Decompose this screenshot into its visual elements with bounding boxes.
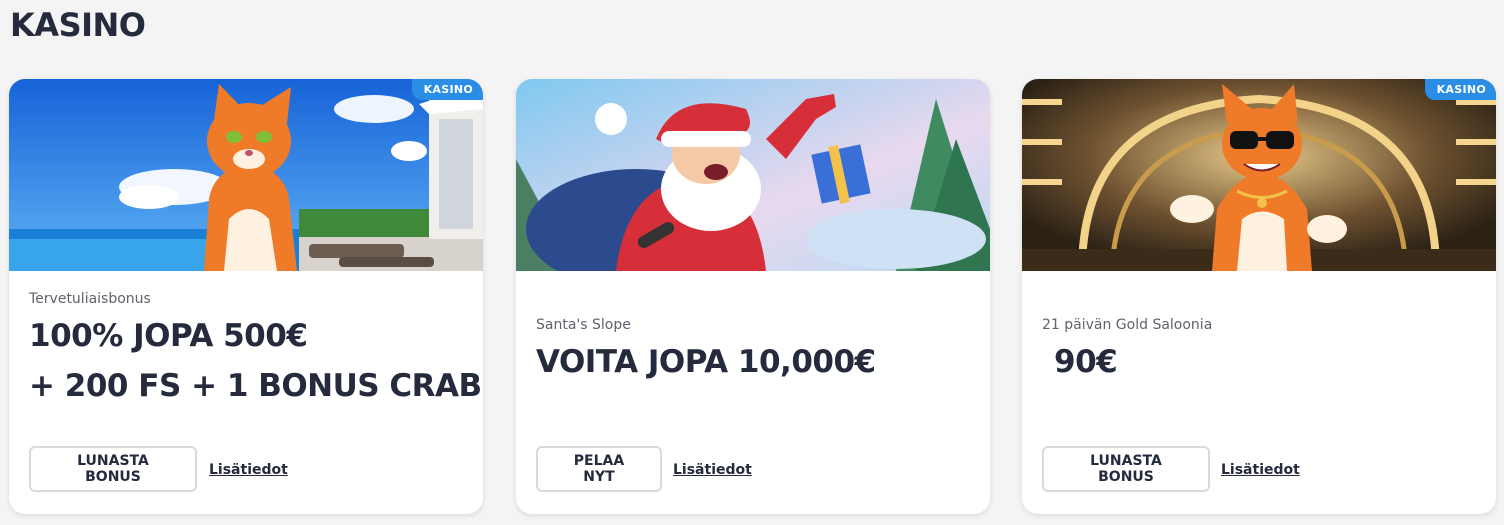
promo-card-gold-saloon[interactable]: KASINO 21 päivän Gold Saloonia 90€ LUNAS… bbox=[1022, 79, 1496, 514]
card-headline-line-1: 90€ bbox=[1054, 344, 1118, 380]
section-title: KASINO bbox=[10, 6, 146, 44]
more-info-link[interactable]: Lisätiedot bbox=[673, 462, 752, 478]
more-info-link[interactable]: Lisätiedot bbox=[209, 462, 288, 478]
card-body: Tervetuliaisbonus 100% JOPA 500€ + 200 F… bbox=[9, 271, 483, 514]
claim-bonus-button[interactable]: LUNASTA BONUS bbox=[1042, 446, 1210, 492]
card-headline-line-1: VOITA JOPA 10,000€ bbox=[536, 344, 876, 380]
santa-with-gift-image[interactable] bbox=[516, 79, 990, 271]
card-body: Santa's Slope VOITA JOPA 10,000€ PELAA N… bbox=[516, 271, 990, 514]
cat-sunglasses-saloon-image[interactable]: KASINO bbox=[1022, 79, 1496, 271]
promo-card-welcome-bonus[interactable]: KASINO Tervetuliaisbonus 100% JOPA 500€ … bbox=[9, 79, 483, 514]
promo-card-santas-slope[interactable]: Santa's Slope VOITA JOPA 10,000€ PELAA N… bbox=[516, 79, 990, 514]
card-subtitle: Santa's Slope bbox=[536, 317, 631, 333]
play-now-button[interactable]: PELAA NYT bbox=[536, 446, 662, 492]
card-subtitle: 21 päivän Gold Saloonia bbox=[1042, 317, 1213, 333]
more-info-link[interactable]: Lisätiedot bbox=[1221, 462, 1300, 478]
card-body: 21 päivän Gold Saloonia 90€ LUNASTA BONU… bbox=[1022, 271, 1496, 514]
category-badge: KASINO bbox=[411, 79, 483, 100]
card-subtitle: Tervetuliaisbonus bbox=[29, 291, 151, 307]
card-headline-line-2: + 200 FS + 1 BONUS CRAB bbox=[29, 368, 482, 404]
category-badge: KASINO bbox=[1424, 79, 1496, 100]
claim-bonus-button[interactable]: LUNASTA BONUS bbox=[29, 446, 197, 492]
card-headline-line-1: 100% JOPA 500€ bbox=[29, 318, 308, 354]
orange-cat-pool-villa-image[interactable]: KASINO bbox=[9, 79, 483, 271]
